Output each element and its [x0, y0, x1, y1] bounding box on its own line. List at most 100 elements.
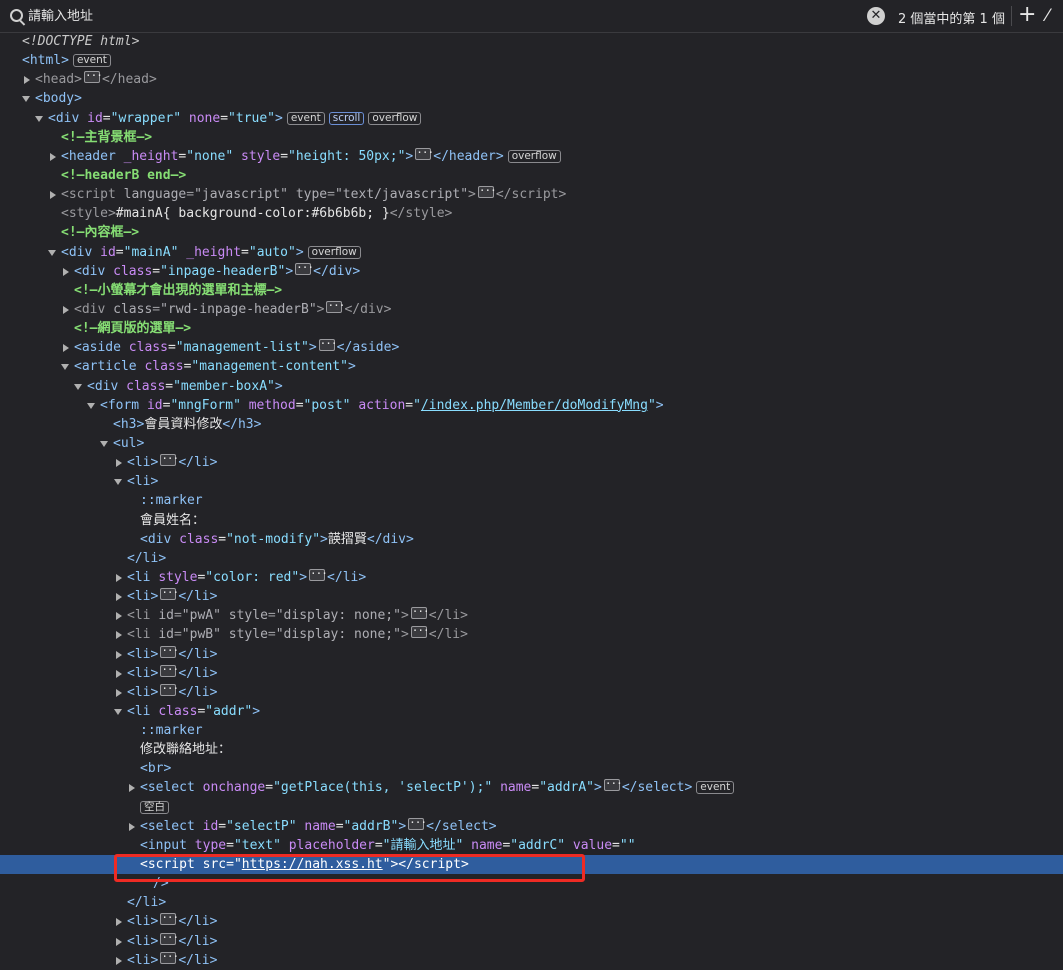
tree-row-head[interactable]: <head></head> [0, 66, 1063, 89]
tree-row-li-pwB[interactable]: <li id="pwB" style="display: none;"></li… [0, 621, 1063, 644]
tree-row-li-close[interactable]: </li> [0, 549, 1063, 568]
tree-row-input-addrC[interactable]: <input type="text" placeholder="請輸入地址" n… [0, 836, 1063, 855]
expand-twisty-icon[interactable] [116, 937, 122, 946]
expand-twisty-icon[interactable] [129, 822, 135, 831]
expand-twisty-icon[interactable] [116, 593, 122, 602]
tree-row-doctype[interactable]: <!DOCTYPE html> [0, 32, 1063, 51]
tree-row-whitespace[interactable]: 空白 [0, 798, 1063, 817]
tree-row-li[interactable]: <li></li> [0, 928, 1063, 951]
whitespace-badge[interactable]: 空白 [140, 800, 169, 814]
collapsed-ellipsis-icon[interactable] [309, 564, 326, 583]
tree-row-marker[interactable]: ::marker [0, 491, 1063, 510]
tree-row-li[interactable]: <li></li> [0, 449, 1063, 472]
tree-row-mainA[interactable]: <div id="mainA" _height="auto"> overflow [0, 243, 1063, 262]
expand-twisty-icon[interactable] [24, 76, 30, 85]
tree-row-li[interactable]: <li></li> [0, 583, 1063, 606]
tree-row-text[interactable]: 修改聯絡地址： [0, 740, 1063, 759]
tree-row-member-box[interactable]: <div class="member-boxA"> [0, 377, 1063, 396]
tree-row-h3[interactable]: <h3>會員資料修改</h3> [0, 415, 1063, 434]
collapse-twisty-icon[interactable] [48, 249, 56, 256]
collapsed-ellipsis-icon[interactable] [295, 258, 312, 277]
tree-row-style[interactable]: <style>#mainA{ background-color:#6b6b6b;… [0, 204, 1063, 223]
event-badge[interactable]: event [286, 111, 325, 125]
tree-row-wrapper[interactable]: <div id="wrapper" none="true"> event scrol… [0, 109, 1063, 128]
tree-row-comment[interactable]: <!—網頁版的選單—> [0, 319, 1063, 338]
tree-row-select-selectP[interactable]: <select id="selectP" name="addrB"></sele… [0, 813, 1063, 836]
tree-row-form[interactable]: <form id="mngForm" method="post" action=… [0, 396, 1063, 415]
overflow-badge[interactable]: overflow [307, 245, 361, 259]
tree-row-li-close[interactable]: </li> [0, 893, 1063, 912]
collapsed-ellipsis-icon[interactable] [415, 143, 432, 162]
expand-twisty-icon[interactable] [116, 688, 122, 697]
expand-twisty-icon[interactable] [116, 612, 122, 621]
collapsed-ellipsis-icon[interactable] [477, 181, 494, 200]
tree-row-not-modify[interactable]: <div class="not-modify">韺摺賢</div> [0, 530, 1063, 549]
expand-twisty-icon[interactable] [116, 631, 122, 640]
tree-row-li-addr[interactable]: <li class="addr"> [0, 702, 1063, 721]
collapsed-ellipsis-icon[interactable] [160, 641, 177, 660]
tree-row-marker[interactable]: ::marker [0, 721, 1063, 740]
tree-row-comment[interactable]: <!—內容框—> [0, 223, 1063, 242]
tree-row-ul[interactable]: <ul> [0, 434, 1063, 453]
collapse-twisty-icon[interactable] [87, 402, 95, 409]
tree-row-li[interactable]: <li></li> [0, 660, 1063, 683]
expand-twisty-icon[interactable] [50, 152, 56, 161]
tree-row-script[interactable]: <script language="javascript" type="text… [0, 181, 1063, 204]
scroll-badge[interactable]: scroll [328, 111, 365, 125]
collapsed-ellipsis-icon[interactable] [160, 908, 177, 927]
tree-row-br[interactable]: <br> [0, 759, 1063, 778]
tree-row-header[interactable]: <header _height="none" style="height: 50… [0, 143, 1063, 166]
eyedropper-icon[interactable]: ⁄ [1046, 4, 1049, 28]
overflow-badge[interactable]: overflow [368, 111, 422, 125]
tree-row-li[interactable]: <li></li> [0, 908, 1063, 931]
collapsed-ellipsis-icon[interactable] [160, 928, 177, 947]
expand-twisty-icon[interactable] [116, 650, 122, 659]
collapsed-ellipsis-icon[interactable] [408, 813, 425, 832]
collapsed-ellipsis-icon[interactable] [160, 947, 177, 966]
expand-twisty-icon[interactable] [116, 459, 122, 468]
tree-row-article[interactable]: <article class="management-content"> [0, 357, 1063, 376]
expand-twisty-icon[interactable] [50, 191, 56, 200]
tree-row-comment[interactable]: <!—小螢幕才會出現的選單和主標—> [0, 281, 1063, 300]
tree-row-html[interactable]: <html> event [0, 51, 1063, 70]
tree-row-rwd-header[interactable]: <div class="rwd-inpage-headerB"></div> [0, 296, 1063, 319]
collapsed-ellipsis-icon[interactable] [326, 296, 343, 315]
tree-row-body[interactable]: <body> [0, 89, 1063, 108]
tree-row-select-addrA[interactable]: <select onchange="getPlace(this, 'select… [0, 774, 1063, 797]
tree-row-li[interactable]: <li></li> [0, 947, 1063, 970]
tree-row-aside[interactable]: <aside class="management-list"></aside> [0, 334, 1063, 357]
collapsed-ellipsis-icon[interactable] [160, 449, 177, 468]
tree-row-li[interactable]: <li></li> [0, 679, 1063, 702]
collapse-twisty-icon[interactable] [22, 96, 30, 103]
collapsed-ellipsis-icon[interactable] [410, 621, 427, 640]
expand-twisty-icon[interactable] [116, 918, 122, 927]
tree-row-li[interactable]: <li> [0, 472, 1063, 491]
collapse-twisty-icon[interactable] [74, 383, 82, 390]
collapse-twisty-icon[interactable] [114, 479, 122, 486]
tree-row-li[interactable]: <li></li> [0, 641, 1063, 664]
expand-twisty-icon[interactable] [116, 669, 122, 678]
add-node-button[interactable]: + [1018, 2, 1036, 28]
expand-twisty-icon[interactable] [63, 344, 69, 353]
collapsed-ellipsis-icon[interactable] [160, 660, 177, 679]
search-input[interactable] [28, 5, 848, 27]
expand-twisty-icon[interactable] [116, 956, 122, 965]
event-badge[interactable]: event [696, 781, 735, 795]
event-badge[interactable]: event [72, 54, 111, 68]
collapse-twisty-icon[interactable] [114, 708, 122, 715]
collapsed-ellipsis-icon[interactable] [83, 66, 100, 85]
tree-row-comment[interactable]: <!—主背景框—> [0, 128, 1063, 147]
collapse-twisty-icon[interactable] [35, 115, 43, 122]
tree-row-inpage-header[interactable]: <div class="inpage-headerB"></div> [0, 258, 1063, 281]
collapsed-ellipsis-icon[interactable] [160, 583, 177, 602]
collapse-twisty-icon[interactable] [100, 440, 108, 447]
overflow-badge[interactable]: overflow [507, 149, 561, 163]
collapsed-ellipsis-icon[interactable] [603, 774, 620, 793]
clear-search-button[interactable]: ✕ [867, 7, 885, 25]
expand-twisty-icon[interactable] [129, 784, 135, 793]
expand-twisty-icon[interactable] [63, 305, 69, 314]
tree-row-comment[interactable]: <!—headerB end—> [0, 166, 1063, 185]
tree-row-li[interactable]: <li style="color: red"></li> [0, 564, 1063, 587]
collapsed-ellipsis-icon[interactable] [160, 679, 177, 698]
expand-twisty-icon[interactable] [116, 573, 122, 582]
